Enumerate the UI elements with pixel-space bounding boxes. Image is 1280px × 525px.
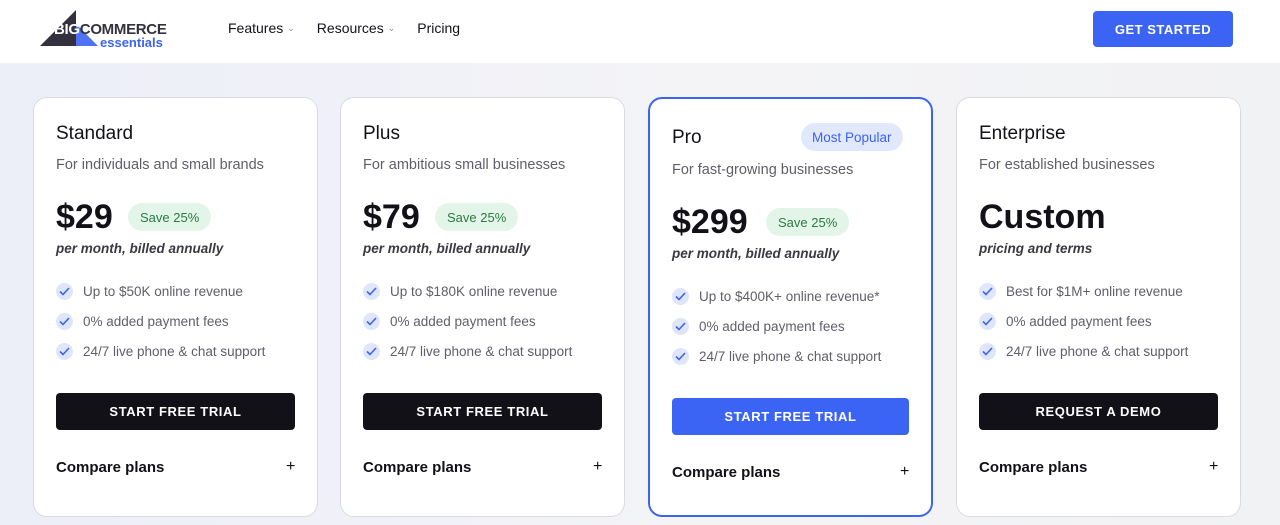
plus-icon[interactable]: +	[286, 458, 295, 476]
bigcommerce-logo[interactable]: BIGCOMMERCE essentials	[40, 10, 170, 50]
plan-card-enterprise: Enterprise For established businesses Cu…	[956, 97, 1241, 517]
plan-price: $79	[363, 198, 420, 236]
check-icon	[56, 313, 73, 330]
plan-billing: per month, billed annually	[56, 241, 224, 256]
feature-item: 0% added payment fees	[979, 313, 1152, 330]
feature-item: Up to $180K online revenue	[363, 283, 557, 300]
plan-subtitle: For fast-growing businesses	[672, 162, 854, 178]
plan-title: Plus	[363, 123, 400, 144]
check-icon	[363, 283, 380, 300]
check-icon	[56, 343, 73, 360]
check-icon	[979, 283, 996, 300]
get-started-button[interactable]: GET STARTED	[1093, 11, 1233, 47]
compare-plans-toggle[interactable]: Compare plans	[56, 459, 164, 476]
plan-billing: per month, billed annually	[672, 246, 840, 261]
chevron-down-icon: ⌄	[287, 22, 295, 33]
feature-item: 0% added payment fees	[363, 313, 536, 330]
start-free-trial-button[interactable]: START FREE TRIAL	[363, 393, 602, 430]
plan-subtitle: For established businesses	[979, 157, 1155, 173]
start-free-trial-button[interactable]: START FREE TRIAL	[56, 393, 295, 430]
plan-billing: pricing and terms	[979, 241, 1093, 256]
plan-billing: per month, billed annually	[363, 241, 531, 256]
plan-card-standard: Standard For individuals and small brand…	[33, 97, 318, 517]
check-icon	[672, 348, 689, 365]
logo-subtitle: essentials	[100, 35, 163, 50]
compare-plans-toggle[interactable]: Compare plans	[979, 459, 1087, 476]
feature-item: 24/7 live phone & chat support	[979, 343, 1188, 360]
save-badge: Save 25%	[128, 203, 212, 231]
nav-item-features[interactable]: Features ⌄	[228, 20, 295, 36]
plan-price: $29	[56, 198, 113, 236]
plan-title: Pro	[672, 127, 702, 148]
feature-item: Best for $1M+ online revenue	[979, 283, 1183, 300]
check-icon	[979, 343, 996, 360]
plus-icon[interactable]: +	[1209, 458, 1218, 476]
check-icon	[363, 343, 380, 360]
check-icon	[672, 288, 689, 305]
feature-item: Up to $50K online revenue	[56, 283, 243, 300]
plus-icon[interactable]: +	[900, 463, 909, 481]
plan-card-plus: Plus For ambitious small businesses $79 …	[340, 97, 625, 517]
check-icon	[672, 318, 689, 335]
feature-item: 0% added payment fees	[56, 313, 229, 330]
most-popular-badge: Most Popular	[801, 123, 903, 151]
feature-item: 0% added payment fees	[672, 318, 845, 335]
main-nav: Features ⌄ Resources ⌄ Pricing	[228, 20, 482, 36]
chevron-down-icon: ⌄	[387, 22, 396, 33]
feature-item: 24/7 live phone & chat support	[56, 343, 265, 360]
save-badge: Save 25%	[435, 203, 519, 231]
check-icon	[363, 313, 380, 330]
compare-plans-toggle[interactable]: Compare plans	[363, 459, 471, 476]
nav-item-pricing[interactable]: Pricing	[417, 20, 460, 36]
plan-price: $299	[672, 203, 748, 241]
plan-price: Custom	[979, 198, 1106, 236]
nav-item-resources[interactable]: Resources ⌄	[317, 20, 395, 36]
top-navigation-bar: BIGCOMMERCE essentials Features ⌄ Resour…	[0, 0, 1280, 63]
request-a-demo-button[interactable]: REQUEST A DEMO	[979, 393, 1218, 430]
plan-card-pro: Pro Most Popular For fast-growing busine…	[648, 97, 933, 517]
save-badge: Save 25%	[766, 208, 850, 236]
plan-title: Enterprise	[979, 123, 1066, 144]
feature-item: 24/7 live phone & chat support	[363, 343, 572, 360]
feature-item: 24/7 live phone & chat support	[672, 348, 881, 365]
start-free-trial-button[interactable]: START FREE TRIAL	[672, 398, 909, 435]
plus-icon[interactable]: +	[593, 458, 602, 476]
check-icon	[979, 313, 996, 330]
plan-title: Standard	[56, 123, 134, 144]
compare-plans-toggle[interactable]: Compare plans	[672, 464, 780, 481]
plan-subtitle: For individuals and small brands	[56, 157, 264, 173]
feature-item: Up to $400K+ online revenue*	[672, 288, 880, 305]
check-icon	[56, 283, 73, 300]
plan-subtitle: For ambitious small businesses	[363, 157, 566, 173]
